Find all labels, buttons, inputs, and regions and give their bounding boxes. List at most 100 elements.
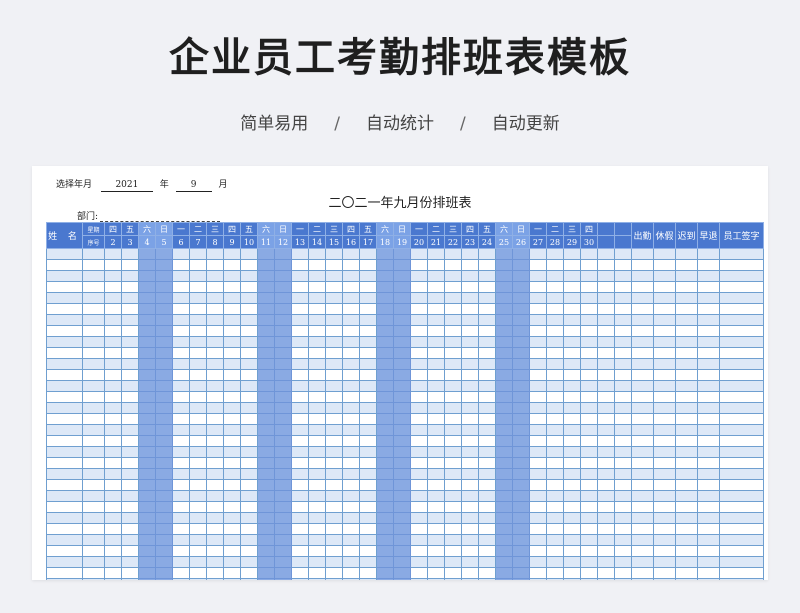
grid-cell[interactable] bbox=[206, 578, 224, 580]
grid-cell[interactable] bbox=[675, 457, 698, 469]
grid-cell[interactable] bbox=[444, 336, 462, 348]
grid-cell[interactable] bbox=[478, 314, 496, 326]
grid-cell[interactable] bbox=[597, 556, 615, 568]
grid-cell[interactable] bbox=[546, 457, 564, 469]
grid-cell[interactable] bbox=[291, 413, 309, 425]
grid-cell[interactable] bbox=[223, 358, 241, 370]
grid-cell[interactable] bbox=[376, 358, 394, 370]
grid-cell[interactable] bbox=[308, 358, 326, 370]
grid-cell[interactable] bbox=[614, 336, 632, 348]
grid-cell[interactable] bbox=[291, 248, 309, 260]
grid-cell[interactable] bbox=[172, 567, 190, 579]
grid-cell[interactable] bbox=[427, 281, 445, 293]
grid-cell[interactable] bbox=[46, 501, 83, 513]
grid-cell[interactable] bbox=[257, 490, 275, 502]
grid-cell[interactable] bbox=[240, 413, 258, 425]
grid-cell[interactable] bbox=[512, 270, 530, 282]
grid-cell[interactable] bbox=[597, 534, 615, 546]
grid-cell[interactable] bbox=[274, 413, 292, 425]
grid-cell[interactable] bbox=[138, 468, 156, 480]
grid-cell[interactable] bbox=[529, 369, 547, 381]
grid-cell[interactable] bbox=[393, 490, 411, 502]
grid-cell[interactable] bbox=[342, 534, 360, 546]
grid-cell[interactable] bbox=[359, 479, 377, 491]
grid-cell[interactable] bbox=[104, 380, 122, 392]
grid-cell[interactable] bbox=[104, 567, 122, 579]
grid-cell[interactable] bbox=[427, 446, 445, 458]
grid-cell[interactable] bbox=[563, 391, 581, 403]
grid-cell[interactable] bbox=[138, 479, 156, 491]
grid-cell[interactable] bbox=[121, 435, 139, 447]
grid-cell[interactable] bbox=[461, 402, 479, 414]
grid-cell[interactable] bbox=[529, 523, 547, 535]
grid-cell[interactable] bbox=[308, 578, 326, 580]
grid-cell[interactable] bbox=[46, 259, 83, 271]
grid-cell[interactable] bbox=[274, 270, 292, 282]
grid-cell[interactable] bbox=[172, 501, 190, 513]
grid-cell[interactable] bbox=[653, 523, 676, 535]
grid-cell[interactable] bbox=[410, 567, 428, 579]
grid-cell[interactable] bbox=[512, 446, 530, 458]
grid-cell[interactable] bbox=[155, 314, 173, 326]
grid-cell[interactable] bbox=[461, 270, 479, 282]
grid-cell[interactable] bbox=[393, 457, 411, 469]
grid-cell[interactable] bbox=[653, 534, 676, 546]
grid-cell[interactable] bbox=[697, 446, 720, 458]
grid-cell[interactable] bbox=[274, 314, 292, 326]
grid-cell[interactable] bbox=[308, 402, 326, 414]
grid-cell[interactable] bbox=[342, 369, 360, 381]
grid-cell[interactable] bbox=[206, 270, 224, 282]
grid-cell[interactable] bbox=[597, 270, 615, 282]
grid-cell[interactable] bbox=[257, 512, 275, 524]
grid-cell[interactable] bbox=[121, 490, 139, 502]
grid-cell[interactable] bbox=[46, 369, 83, 381]
grid-cell[interactable] bbox=[597, 413, 615, 425]
grid-cell[interactable] bbox=[653, 545, 676, 557]
grid-cell[interactable] bbox=[719, 303, 764, 315]
grid-cell[interactable] bbox=[46, 556, 83, 568]
grid-cell[interactable] bbox=[325, 479, 343, 491]
grid-cell[interactable] bbox=[291, 556, 309, 568]
grid-cell[interactable] bbox=[427, 534, 445, 546]
grid-cell[interactable] bbox=[529, 402, 547, 414]
grid-cell[interactable] bbox=[172, 325, 190, 337]
grid-cell[interactable] bbox=[461, 512, 479, 524]
grid-cell[interactable] bbox=[546, 369, 564, 381]
grid-cell[interactable] bbox=[653, 369, 676, 381]
grid-cell[interactable] bbox=[257, 567, 275, 579]
grid-cell[interactable] bbox=[291, 380, 309, 392]
grid-cell[interactable] bbox=[138, 501, 156, 513]
grid-cell[interactable] bbox=[495, 314, 513, 326]
grid-cell[interactable] bbox=[138, 281, 156, 293]
grid-cell[interactable] bbox=[104, 490, 122, 502]
grid-cell[interactable] bbox=[427, 347, 445, 359]
grid-cell[interactable] bbox=[563, 314, 581, 326]
grid-cell[interactable] bbox=[410, 259, 428, 271]
grid-cell[interactable] bbox=[461, 336, 479, 348]
grid-cell[interactable] bbox=[675, 325, 698, 337]
grid-cell[interactable] bbox=[291, 347, 309, 359]
grid-cell[interactable] bbox=[719, 534, 764, 546]
grid-cell[interactable] bbox=[580, 512, 598, 524]
grid-cell[interactable] bbox=[325, 424, 343, 436]
grid-cell[interactable] bbox=[138, 336, 156, 348]
grid-cell[interactable] bbox=[240, 369, 258, 381]
grid-cell[interactable] bbox=[719, 501, 764, 513]
grid-cell[interactable] bbox=[512, 567, 530, 579]
grid-cell[interactable] bbox=[155, 490, 173, 502]
grid-cell[interactable] bbox=[46, 567, 83, 579]
grid-cell[interactable] bbox=[325, 336, 343, 348]
grid-cell[interactable] bbox=[410, 523, 428, 535]
grid-cell[interactable] bbox=[189, 270, 207, 282]
grid-cell[interactable] bbox=[274, 424, 292, 436]
grid-cell[interactable] bbox=[444, 270, 462, 282]
grid-cell[interactable] bbox=[82, 314, 105, 326]
grid-cell[interactable] bbox=[291, 292, 309, 304]
grid-cell[interactable] bbox=[631, 369, 654, 381]
grid-cell[interactable] bbox=[257, 545, 275, 557]
grid-cell[interactable] bbox=[82, 248, 105, 260]
grid-cell[interactable] bbox=[580, 303, 598, 315]
grid-cell[interactable] bbox=[308, 336, 326, 348]
grid-cell[interactable] bbox=[138, 347, 156, 359]
grid-cell[interactable] bbox=[675, 501, 698, 513]
